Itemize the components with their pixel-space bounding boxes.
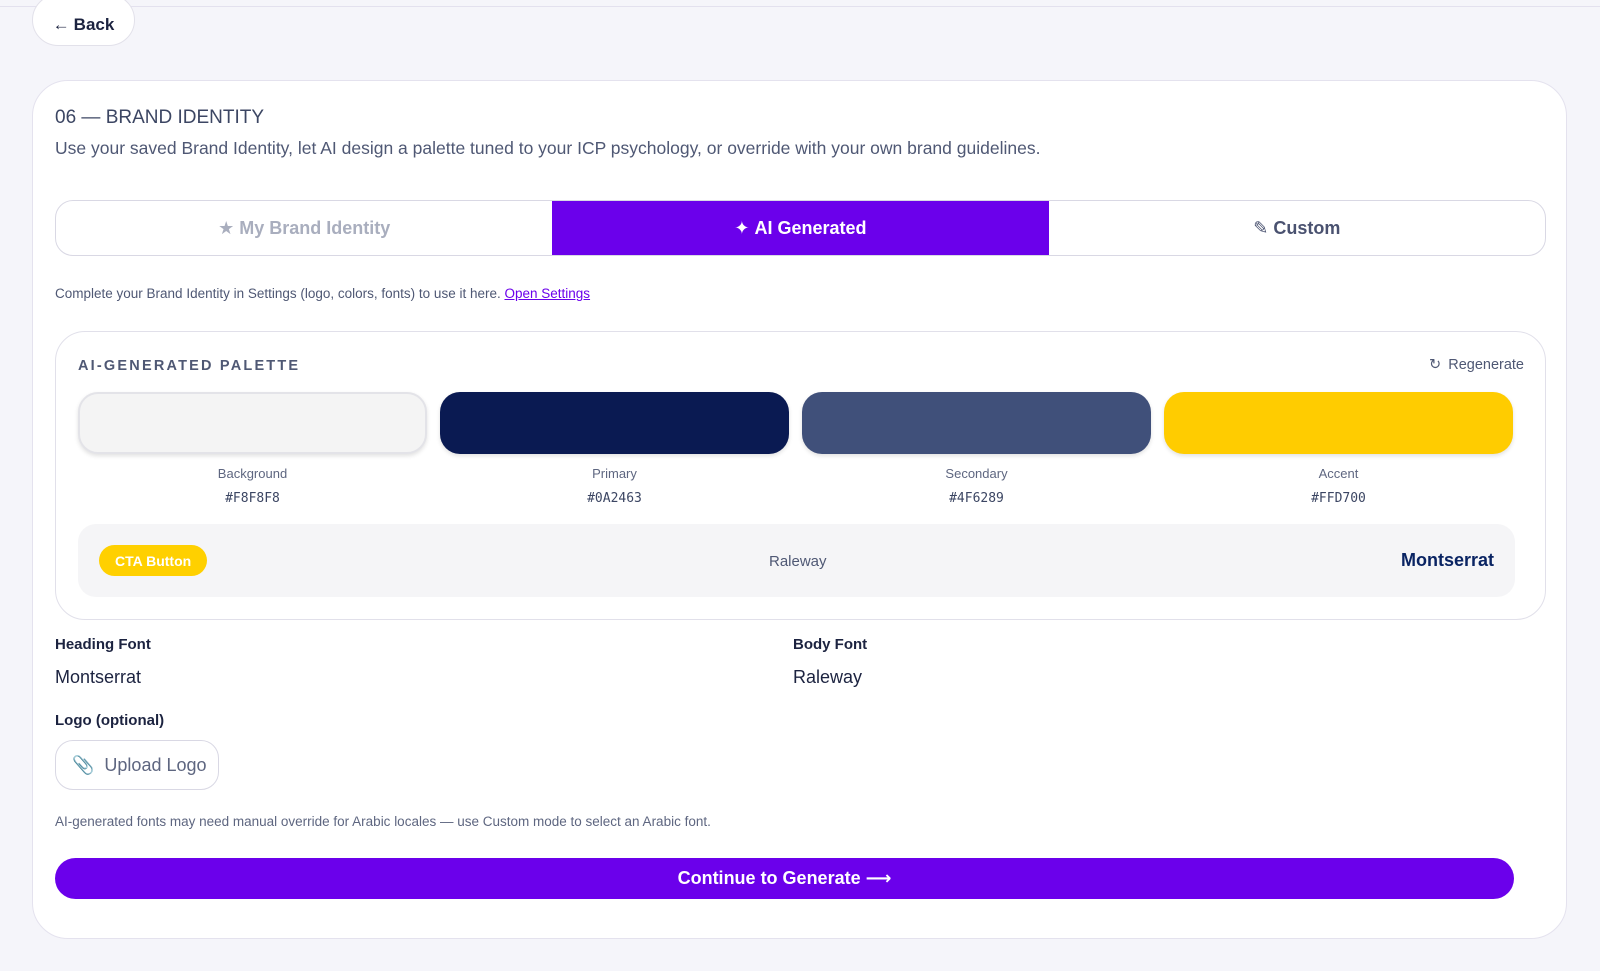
heading-font-label: Heading Font — [55, 636, 151, 653]
arabic-font-note: AI-generated fonts may need manual overr… — [55, 814, 711, 829]
tab-label: Custom — [1273, 217, 1341, 238]
tab-label: AI Generated — [754, 217, 867, 238]
open-settings-link[interactable]: Open Settings — [504, 286, 590, 301]
top-divider — [0, 6, 1600, 7]
swatch-background: Background #F8F8F8 — [78, 392, 427, 506]
heading-font-preview: Montserrat — [1400, 550, 1494, 570]
body-font-preview: Raleway — [769, 553, 827, 570]
regenerate-button[interactable]: ↻ Regenerate — [1429, 357, 1524, 373]
tab-custom[interactable]: ✎ Custom — [1049, 201, 1545, 255]
ai-palette-panel: AI-GENERATED PALETTE ↻ Regenerate Backgr… — [55, 331, 1546, 620]
tab-my-brand-identity[interactable]: ★ My Brand Identity — [56, 201, 552, 255]
swatch-row: Background #F8F8F8 Primary #0A2463 Secon… — [78, 392, 1515, 506]
upload-logo-label: Upload Logo — [104, 754, 207, 775]
color-swatch[interactable] — [78, 392, 427, 454]
sparkle-icon: ✦ — [734, 217, 750, 238]
swatch-hex: #4F6289 — [949, 491, 1004, 506]
tab-label: My Brand Identity — [239, 217, 391, 238]
brand-identity-card: 06 — BRAND IDENTITY Use your saved Brand… — [32, 80, 1567, 939]
swatch-hex: #FFD700 — [1311, 491, 1366, 506]
color-swatch[interactable] — [802, 392, 1151, 454]
star-icon: ★ — [218, 217, 235, 238]
continue-button[interactable]: Continue to Generate ⟶ — [55, 858, 1514, 899]
mode-tabs: ★ My Brand Identity ✦ AI Generated ✎ Cus… — [55, 200, 1546, 256]
logo-label: Logo (optional) — [55, 712, 165, 729]
hint-text: Complete your Brand Identity in Settings… — [55, 286, 505, 301]
section-title: 06 — BRAND IDENTITY — [55, 107, 265, 128]
swatch-name: Background — [217, 466, 288, 481]
cta-button-preview: CTA Button — [99, 545, 208, 576]
swatch-hex: #0A2463 — [587, 491, 642, 506]
swatch-secondary: Secondary #4F6289 — [802, 392, 1151, 506]
section-description: Use your saved Brand Identity, let AI de… — [55, 138, 1041, 158]
refresh-icon: ↻ — [1429, 357, 1442, 373]
regenerate-label: Regenerate — [1448, 357, 1524, 373]
continue-label: Continue to Generate — [677, 868, 861, 888]
swatch-name: Accent — [1318, 466, 1359, 481]
heading-font-value: Montserrat — [55, 667, 142, 687]
swatch-accent: Accent #FFD700 — [1164, 392, 1513, 506]
pencil-icon: ✎ — [1253, 217, 1269, 238]
back-label: Back — [73, 15, 115, 34]
body-font-value: Raleway — [793, 667, 863, 687]
back-button[interactable]: ← Back — [32, 0, 135, 46]
paperclip-icon: 📎 — [72, 754, 95, 775]
color-swatch[interactable] — [1164, 392, 1513, 454]
color-swatch[interactable] — [440, 392, 789, 454]
arrow-right-icon: ⟶ — [865, 868, 892, 888]
swatch-name: Primary — [592, 466, 637, 481]
swatch-hex: #F8F8F8 — [225, 491, 280, 506]
palette-preview: CTA Button Raleway Montserrat — [78, 524, 1515, 597]
tab-ai-generated[interactable]: ✦ AI Generated — [552, 201, 1049, 255]
swatch-primary: Primary #0A2463 — [440, 392, 789, 506]
swatch-name: Secondary — [945, 466, 1008, 481]
settings-hint: Complete your Brand Identity in Settings… — [55, 286, 590, 301]
upload-logo-button[interactable]: 📎 Upload Logo — [55, 740, 219, 790]
arrow-left-icon: ← — [52, 15, 70, 34]
palette-title: AI-GENERATED PALETTE — [78, 358, 301, 374]
body-font-label: Body Font — [793, 636, 868, 653]
